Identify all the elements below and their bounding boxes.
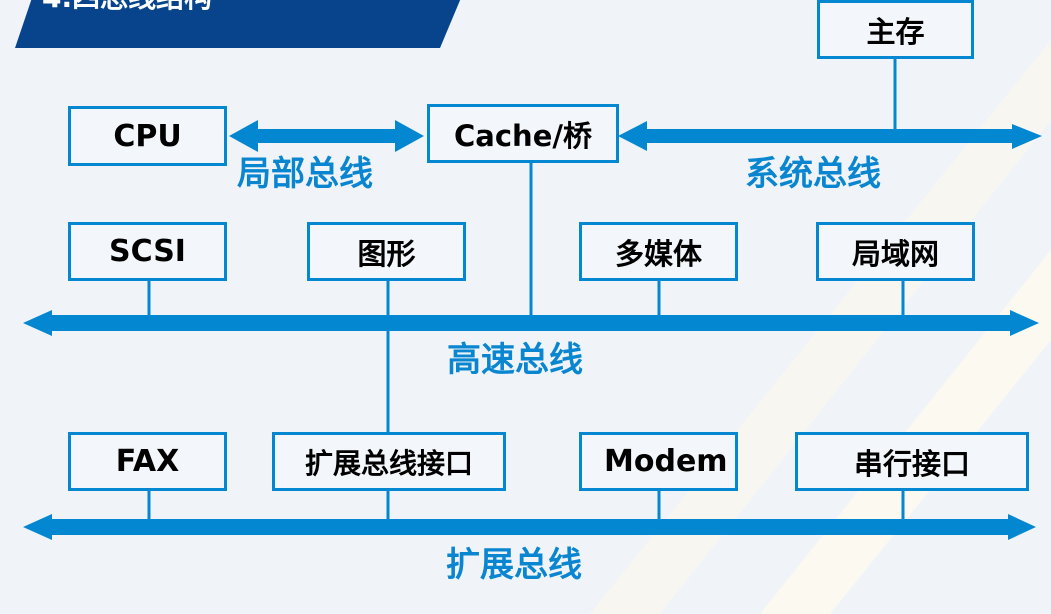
node-label: 局域网 <box>851 236 939 271</box>
node-multimedia: 多媒体 <box>579 222 738 281</box>
node-lan: 局域网 <box>816 222 975 281</box>
expansion-bus-label: 扩展总线 <box>446 545 582 585</box>
node-label: 图形 <box>357 236 416 271</box>
node-label: 主存 <box>866 14 925 49</box>
node-label: 扩展总线接口 <box>304 446 473 480</box>
node-scsi: SCSI <box>68 222 227 281</box>
high-speed-bus-label: 高速总线 <box>447 340 583 380</box>
system-bus-arrow <box>618 121 1042 151</box>
node-label: CPU <box>113 118 182 154</box>
node-expansion-bus-interface: 扩展总线接口 <box>272 432 506 491</box>
bus-diagram <box>23 57 1042 540</box>
node-label: Modem <box>604 444 728 479</box>
system-bus-label: 系统总线 <box>745 154 881 194</box>
node-cache-bridge: Cache/桥 <box>427 104 619 163</box>
node-serial-interface: 串行接口 <box>795 432 1029 491</box>
node-label: 多媒体 <box>614 236 702 271</box>
node-label: Cache/桥 <box>454 118 592 153</box>
local-bus-label: 局部总线 <box>237 154 373 194</box>
node-main-memory: 主存 <box>817 0 974 59</box>
node-cpu: CPU <box>68 106 227 166</box>
node-modem: Modem <box>579 432 738 491</box>
node-fax: FAX <box>68 432 227 491</box>
node-label: FAX <box>115 444 180 479</box>
expansion-bus-arrow <box>23 514 1036 540</box>
node-label: SCSI <box>109 234 186 269</box>
local-bus-arrow <box>229 120 424 152</box>
node-graphics: 图形 <box>307 222 466 281</box>
node-label: 串行接口 <box>853 446 970 481</box>
